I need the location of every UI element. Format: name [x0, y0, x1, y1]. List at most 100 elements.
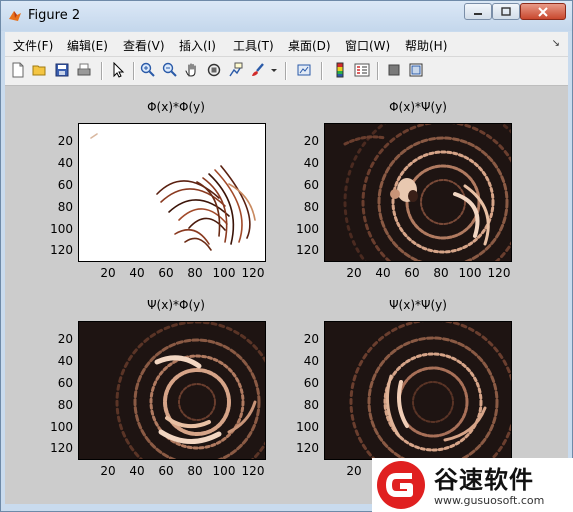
- print-icon: [77, 63, 91, 76]
- x-tick-label: 60: [158, 266, 174, 280]
- axes-phi-psi[interactable]: [324, 123, 512, 262]
- menu-overflow-icon[interactable]: ↘: [552, 38, 560, 49]
- rotate-icon: [207, 63, 221, 77]
- hide-plot-tools-button[interactable]: [385, 61, 403, 79]
- y-tick-label: 40: [303, 156, 319, 170]
- new-figure-button[interactable]: [9, 61, 27, 79]
- menu-tools[interactable]: 工具(T): [233, 37, 274, 54]
- link-button[interactable]: [295, 61, 313, 79]
- y-tick-label: 100: [50, 222, 73, 236]
- y-tick-label: 60: [57, 376, 73, 390]
- menu-desktop[interactable]: 桌面(D): [288, 37, 331, 54]
- menu-file[interactable]: 文件(F): [13, 37, 53, 54]
- x-tick-label: 120: [241, 266, 265, 280]
- image-phi-psi: [343, 124, 511, 261]
- toolbar-separator: [101, 62, 103, 80]
- menu-edit[interactable]: 编辑(E): [67, 37, 108, 54]
- gusu-logo-icon: [377, 461, 425, 509]
- legend-button[interactable]: [353, 61, 371, 79]
- y-tick-label: 20: [303, 134, 319, 148]
- pan-button[interactable]: [183, 61, 201, 79]
- x-tick-label: 60: [158, 464, 174, 478]
- close-button[interactable]: [520, 3, 566, 20]
- brush-button[interactable]: [249, 61, 267, 79]
- x-tick-label: 20: [346, 464, 362, 478]
- menu-view[interactable]: 查看(V): [123, 37, 165, 54]
- axes-psi-phi[interactable]: [78, 321, 266, 460]
- axes-title-psi-phi: Ψ(x)*Φ(y): [147, 298, 205, 312]
- figure-canvas: Φ(x)*Φ(y) 20 40 60 80 100 120 20 40 60 8…: [5, 86, 568, 504]
- x-tick-label: 40: [375, 266, 391, 280]
- window-title: Figure 2: [28, 8, 81, 23]
- minimize-button[interactable]: [464, 3, 492, 20]
- pointer-button[interactable]: [109, 61, 127, 79]
- axes-psi-psi[interactable]: [324, 321, 512, 460]
- x-tick-label: 80: [187, 266, 203, 280]
- open-button[interactable]: [31, 61, 49, 79]
- menu-help[interactable]: 帮助(H): [405, 37, 447, 54]
- toolbar-separator: [285, 62, 287, 80]
- colorbar-button[interactable]: [331, 61, 349, 79]
- print-button[interactable]: [75, 61, 93, 79]
- menu-bar: 文件(F) 编辑(E) 查看(V) 插入(I) 工具(T) 桌面(D) 窗口(W…: [5, 32, 568, 57]
- toolbar-separator: [133, 62, 135, 80]
- y-tick-label: 100: [50, 420, 73, 434]
- y-tick-label: 40: [303, 354, 319, 368]
- x-tick-label: 100: [212, 266, 236, 280]
- zoom-out-icon: [162, 62, 177, 77]
- pointer-icon: [113, 62, 125, 78]
- maximize-button[interactable]: [492, 3, 520, 20]
- y-tick-label: 20: [57, 134, 73, 148]
- legend-icon: [354, 63, 370, 77]
- y-tick-label: 120: [296, 243, 319, 257]
- show-plot-tools-icon: [409, 63, 423, 77]
- show-plot-tools-button[interactable]: [407, 61, 425, 79]
- toolbar-separator: [377, 62, 379, 80]
- zoom-in-icon: [140, 62, 155, 77]
- x-tick-label: 100: [458, 266, 482, 280]
- y-tick-label: 20: [57, 332, 73, 346]
- new-figure-icon: [12, 62, 24, 78]
- title-bar[interactable]: Figure 2: [1, 1, 572, 31]
- hide-plot-tools-icon: [388, 64, 400, 76]
- y-tick-label: 60: [303, 376, 319, 390]
- x-tick-label: 20: [346, 266, 362, 280]
- brush-dropdown-button[interactable]: [269, 61, 279, 79]
- data-cursor-button[interactable]: [227, 61, 245, 79]
- colorbar-icon: [336, 62, 344, 78]
- y-tick-label: 80: [303, 398, 319, 412]
- axes-phi-phi[interactable]: [78, 123, 266, 262]
- x-tick-label: 20: [100, 464, 116, 478]
- chevron-down-icon: [271, 69, 277, 72]
- figure-window: Figure 2 文件(F) 编辑(E) 查看(V) 插入(I) 工具(T) 桌…: [0, 0, 573, 512]
- x-tick-label: 80: [187, 464, 203, 478]
- x-tick-label: 120: [241, 464, 265, 478]
- toolbar-separator: [321, 62, 323, 80]
- watermark: 谷速软件 www.gusuosoft.com: [372, 458, 573, 512]
- rotate-button[interactable]: [205, 61, 223, 79]
- y-tick-label: 80: [57, 200, 73, 214]
- y-tick-label: 120: [50, 243, 73, 257]
- data-cursor-icon: [229, 62, 243, 77]
- x-tick-label: 120: [487, 266, 511, 280]
- y-tick-label: 40: [57, 156, 73, 170]
- y-tick-label: 60: [57, 178, 73, 192]
- x-tick-label: 40: [129, 266, 145, 280]
- x-tick-label: 20: [100, 266, 116, 280]
- axes-title-phi-phi: Φ(x)*Φ(y): [147, 100, 205, 114]
- y-tick-label: 20: [303, 332, 319, 346]
- save-icon: [55, 63, 69, 77]
- y-tick-label: 120: [50, 441, 73, 455]
- maximize-icon: [501, 7, 511, 16]
- zoom-in-button[interactable]: [139, 61, 157, 79]
- x-tick-label: 80: [433, 266, 449, 280]
- menu-window[interactable]: 窗口(W): [345, 37, 390, 54]
- image-psi-phi: [115, 322, 265, 459]
- image-phi-phi: [90, 133, 256, 251]
- zoom-out-button[interactable]: [161, 61, 179, 79]
- menu-insert[interactable]: 插入(I): [179, 37, 216, 54]
- watermark-name: 谷速软件: [434, 466, 534, 494]
- y-tick-label: 120: [296, 441, 319, 455]
- save-button[interactable]: [53, 61, 71, 79]
- x-tick-label: 100: [212, 464, 236, 478]
